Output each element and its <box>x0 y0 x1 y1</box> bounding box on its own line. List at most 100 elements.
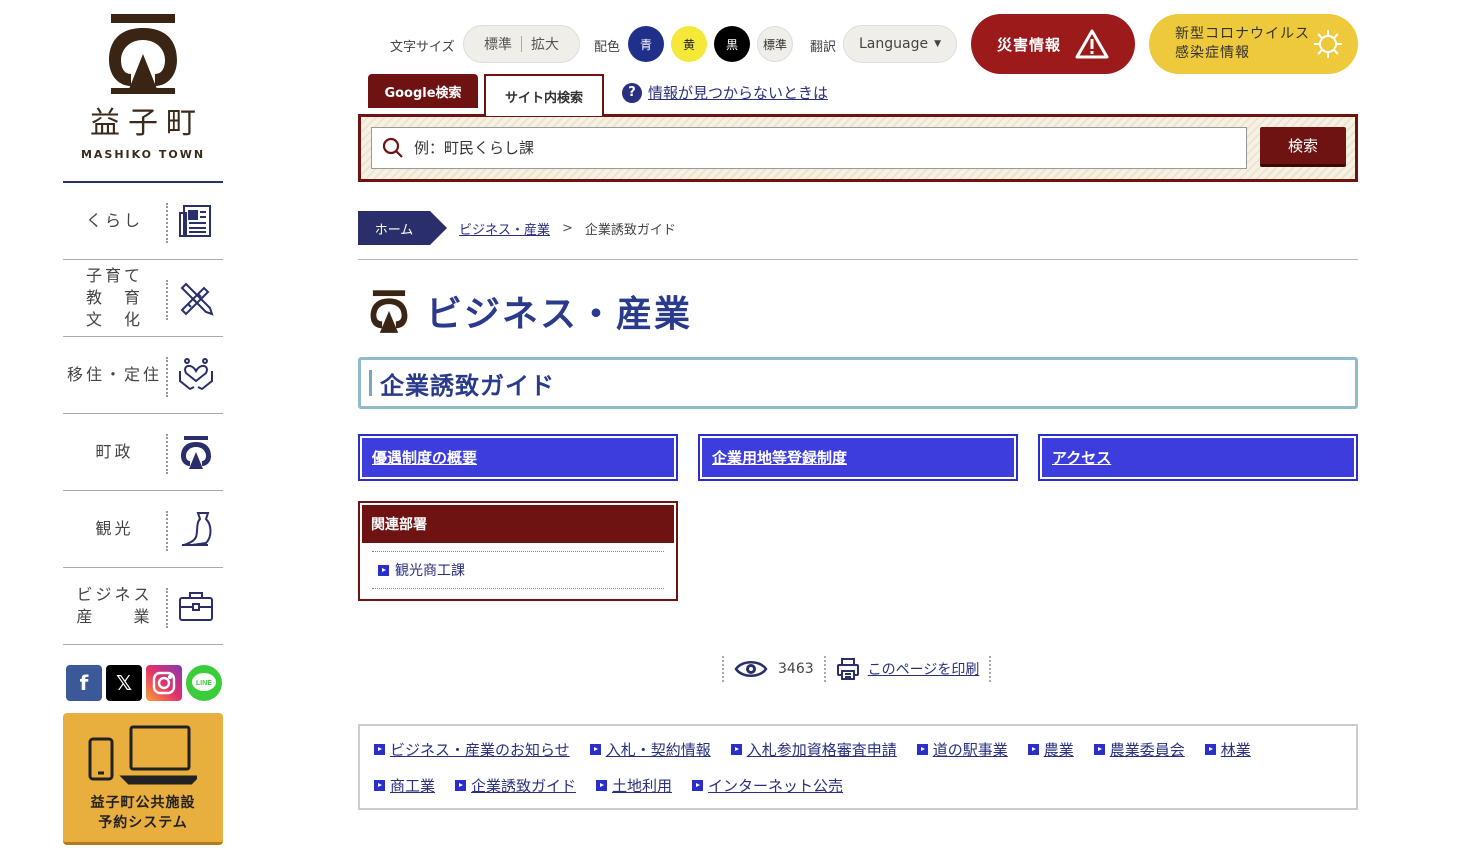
color-standard-button[interactable]: 標準 <box>757 26 793 62</box>
hands-heart-icon <box>179 358 213 391</box>
category-title: ビジネス・産業 <box>426 294 693 335</box>
font-size-toggle: 標準 拡大 <box>463 25 580 63</box>
covid-info-button[interactable]: 新型コロナウイルス 感染症情報 <box>1149 14 1358 74</box>
arrow-bullet-icon <box>692 779 704 791</box>
translate-label: 翻訳 <box>810 40 837 55</box>
color-blue-button[interactable]: 青 <box>628 26 664 62</box>
font-size-standard-button[interactable]: 標準 <box>475 34 521 54</box>
town-emblem-icon <box>370 290 408 333</box>
footer-link-label: 農業委員会 <box>1109 740 1185 759</box>
footer-link-label: ビジネス・産業のお知らせ <box>390 740 570 759</box>
disaster-label: 災害情報 <box>996 35 1061 54</box>
arrow-bullet-icon <box>1204 743 1216 755</box>
link-button-incentives[interactable]: 優遇制度の概要 <box>358 434 678 481</box>
divider <box>166 588 168 628</box>
sidebar-item-label: くらし <box>85 211 143 230</box>
arrow-bullet-icon <box>374 779 385 791</box>
footer-link[interactable]: 農業 <box>1027 738 1074 760</box>
footer-link[interactable]: 企業誘致ガイド <box>455 774 576 796</box>
related-department-link[interactable]: 観光商工課 <box>378 560 465 580</box>
search-panel: 検索 <box>358 114 1358 182</box>
sidebar-item-kanko[interactable]: 観光 <box>63 491 223 568</box>
vase-icon <box>182 512 212 546</box>
footer-link-label: 土地利用 <box>612 776 673 795</box>
booking-label: 益子町公共施設 予約システム <box>90 795 196 831</box>
footer-link-label: 入札参加資格審査申請 <box>746 740 897 759</box>
divider <box>166 280 168 320</box>
font-size-label: 文字サイズ <box>390 40 455 55</box>
link-button-land-registry[interactable]: 企業用地等登録制度 <box>698 434 1018 481</box>
footer-link[interactable]: 林業 <box>1204 738 1251 760</box>
related-department-label: 観光商工課 <box>395 563 465 579</box>
help-link[interactable]: ? 情報が見つからないときは <box>622 82 828 103</box>
virus-icon <box>1314 30 1342 58</box>
arrow-bullet-icon <box>1093 743 1105 755</box>
sidebar-item-label: ビジネス 産 業 <box>76 585 153 626</box>
newspaper-icon <box>179 205 211 237</box>
breadcrumb-category[interactable]: ビジネス・産業 <box>459 219 550 238</box>
arrow-bullet-icon <box>374 743 385 755</box>
svg-text:LINE: LINE <box>196 680 212 687</box>
x-icon[interactable]: 𝕏 <box>106 665 142 701</box>
sidebar-item-kurashi[interactable]: くらし <box>63 183 223 260</box>
footer-link-label: 林業 <box>1220 740 1251 759</box>
footer-link[interactable]: ビジネス・産業のお知らせ <box>374 738 570 760</box>
font-size-large-button[interactable]: 拡大 <box>522 34 568 54</box>
briefcase-icon <box>179 592 213 621</box>
search-button[interactable]: 検索 <box>1260 127 1346 167</box>
eye-icon <box>734 661 768 677</box>
footer-link-label: インターネット公売 <box>708 776 844 795</box>
tab-site-search[interactable]: サイト内検索 <box>484 74 604 116</box>
arrow-bullet-icon <box>455 779 467 791</box>
sidebar-item-iju[interactable]: 移住・定住 <box>63 337 223 414</box>
arrow-bullet-icon <box>916 743 928 755</box>
breadcrumb-current: 企業誘致ガイド <box>584 222 676 238</box>
facebook-icon[interactable]: f <box>66 665 102 701</box>
color-black-button[interactable]: 黒 <box>714 26 750 62</box>
utility-bar: 文字サイズ 標準 拡大 配色 青 黄 黒 標準 翻訳 Language ▼ 災害… <box>390 14 1360 74</box>
print-label: このページを印刷 <box>867 662 980 678</box>
footer-link[interactable]: 農業委員会 <box>1093 738 1185 760</box>
footer-link[interactable]: 商工業 <box>374 774 435 796</box>
sidebar-item-business[interactable]: ビジネス 産 業 <box>63 568 223 645</box>
footer-link[interactable]: インターネット公売 <box>692 774 843 796</box>
footer-link[interactable]: 入札参加資格審査申請 <box>730 738 897 760</box>
footer-link[interactable]: 土地利用 <box>596 774 672 796</box>
color-yellow-button[interactable]: 黄 <box>671 26 707 62</box>
instagram-icon[interactable] <box>146 665 182 701</box>
breadcrumb-separator: > <box>562 220 573 236</box>
town-emblem-icon <box>181 436 211 469</box>
related-department-list: 観光商工課 <box>372 551 664 589</box>
line-icon[interactable]: LINE <box>186 665 222 701</box>
link-button-label: 企業用地等登録制度 <box>712 449 848 467</box>
view-counter: 3463 <box>724 659 824 679</box>
sidebar-item-label: 移住・定住 <box>66 365 162 384</box>
color-scheme-label: 配色 <box>594 40 621 55</box>
footer-link[interactable]: 入札・契約情報 <box>589 738 711 760</box>
category-heading: ビジネス・産業 <box>368 285 692 337</box>
related-department-box: 関連部署 観光商工課 <box>358 501 678 601</box>
booking-system-button[interactable]: 益子町公共施設 予約システム <box>63 713 223 845</box>
warning-icon <box>1075 29 1109 59</box>
sidebar-item-chosei[interactable]: 町政 <box>63 414 223 491</box>
title-accent-bar <box>369 370 372 396</box>
disaster-info-button[interactable]: 災害情報 <box>971 14 1135 74</box>
link-button-access[interactable]: アクセス <box>1038 434 1358 481</box>
footer-link[interactable]: 道の駅事業 <box>916 738 1008 760</box>
sidebar-item-kosodate[interactable]: 子育て 教 育 文 化 <box>63 260 223 337</box>
divider <box>166 357 168 397</box>
question-icon: ? <box>622 82 642 103</box>
breadcrumb-home[interactable]: ホーム <box>358 211 447 245</box>
view-count: 3463 <box>778 661 814 677</box>
site-logo[interactable]: 益子町 MASHIKO TOWN <box>63 0 223 183</box>
language-select[interactable]: Language ▼ <box>843 25 957 63</box>
category-link-list: ビジネス・産業のお知らせ 入札・契約情報 入札参加資格審査申請 道の駅事業 農業… <box>358 724 1358 810</box>
sidebar-item-label: 子育て 教 育 文 化 <box>85 266 143 329</box>
page-title-box: 企業誘致ガイド <box>358 357 1358 409</box>
logo-subtitle: MASHIKO TOWN <box>80 148 206 161</box>
search-input[interactable] <box>414 139 1234 157</box>
footer-link-label: 企業誘致ガイド <box>471 776 577 795</box>
print-link[interactable]: このページを印刷 <box>826 657 990 681</box>
tab-google-search[interactable]: Google検索 <box>368 74 478 108</box>
footer-link-label: 農業 <box>1043 740 1074 759</box>
